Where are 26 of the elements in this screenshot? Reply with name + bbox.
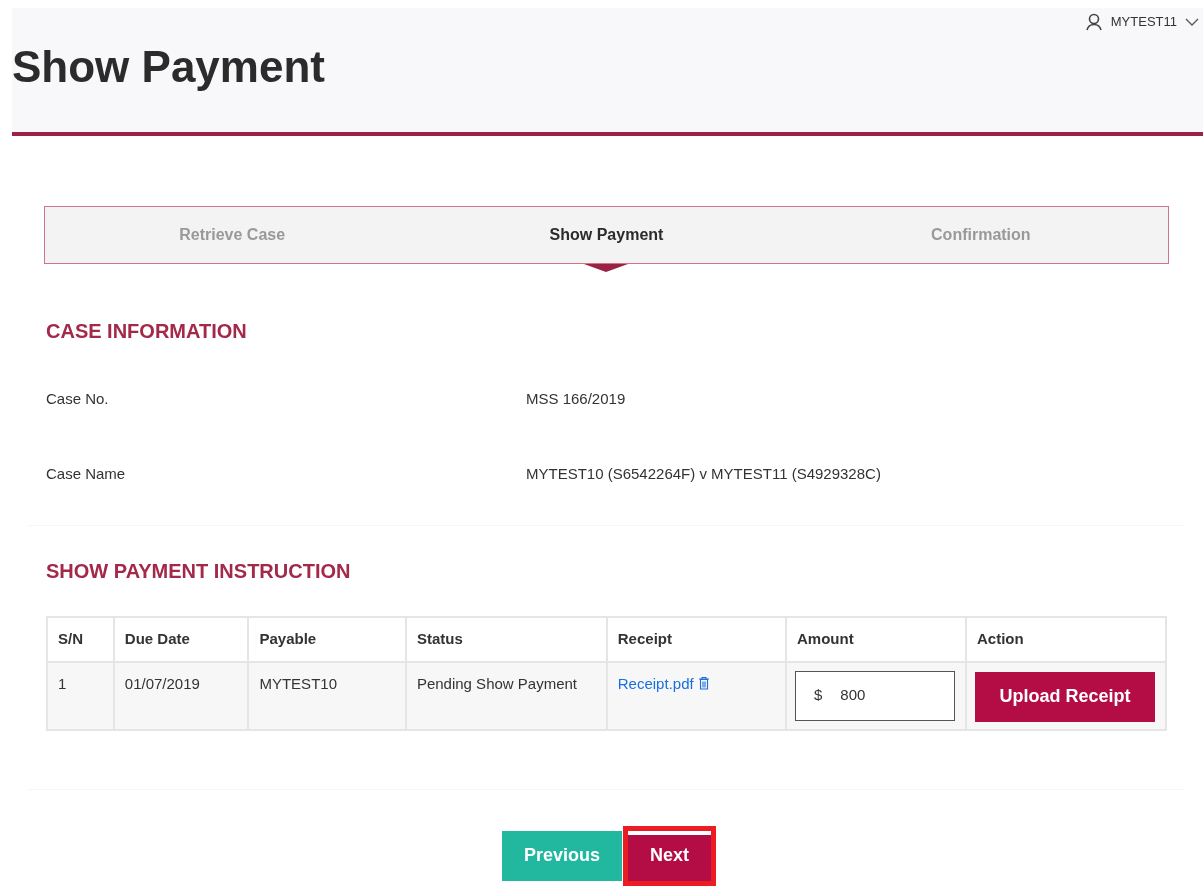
- section-heading: CASE INFORMATION: [46, 319, 248, 343]
- user-menu[interactable]: MYTEST11: [1084, 12, 1199, 32]
- column-header: Receipt: [606, 617, 786, 662]
- section-heading: SHOW PAYMENT INSTRUCTION: [46, 559, 352, 583]
- column-header: Due Date: [113, 617, 249, 662]
- column-header: S/N: [47, 617, 114, 662]
- user-icon: [1084, 12, 1103, 31]
- column-header: Amount: [786, 617, 966, 662]
- page-title: Show Payment: [12, 41, 325, 93]
- trash-icon[interactable]: [697, 675, 710, 690]
- amount-field[interactable]: $ 800: [795, 670, 955, 721]
- field-value: MSS 166/2019: [526, 389, 626, 409]
- field-value: MYTEST10 (S6542264F) v MYTEST11 (S4929328C): [526, 463, 881, 484]
- receipt-link[interactable]: Receipt.pdf: [617, 674, 694, 692]
- column-header: Payable: [248, 617, 406, 662]
- column-header: Status: [405, 617, 607, 662]
- table-cell: Pending Show Payment: [405, 661, 607, 730]
- step-tab[interactable]: Show Payment: [549, 223, 664, 247]
- upload-receipt-button[interactable]: Upload Receipt: [975, 671, 1155, 722]
- table-cell: MYTEST10: [248, 661, 406, 730]
- field-label: Case Name: [46, 464, 126, 482]
- table-cell: 01/07/2019: [113, 661, 249, 730]
- table-cell: 1: [47, 661, 114, 730]
- column-header: Action: [966, 617, 1166, 662]
- chevron-down-icon: [1185, 17, 1199, 26]
- field-label: Case No.: [46, 390, 109, 407]
